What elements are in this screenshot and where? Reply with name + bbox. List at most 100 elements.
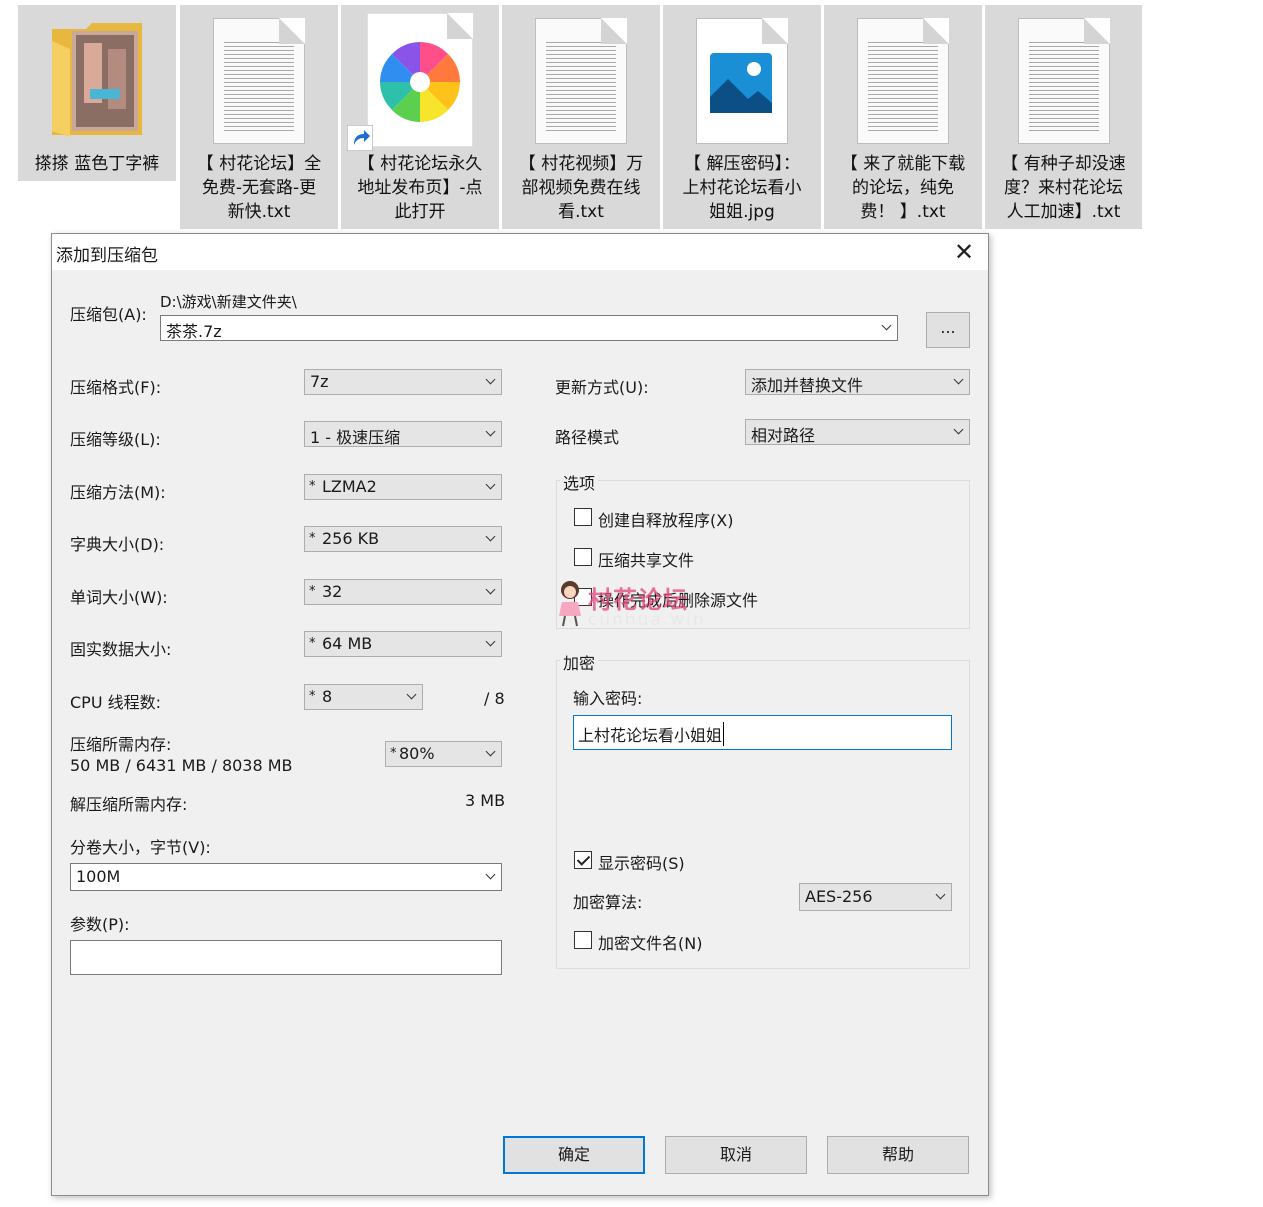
memory-percent-select[interactable]: * 80% [385,741,502,767]
modified-star: * [309,584,316,599]
text-file-icon [213,18,305,144]
level-value: 1 - 极速压缩 [310,428,401,447]
file-name-line: 【 有种子却没速 [1001,154,1126,174]
file-name-line: 度？来村花论坛 [1004,178,1123,198]
format-select[interactable]: 7z [304,369,502,395]
file-name-line: 人工加速】.txt [1006,202,1121,222]
file-tile-txt-3[interactable]: 【 来了就能下载 的论坛，纯免 费！ 】.txt [824,5,982,229]
pinwheel-icon [380,42,460,122]
word-label: 单词大小(W): [70,588,168,607]
file-name-line: 的论坛，纯免 [852,178,954,198]
file-name-line: 费！ 】.txt [860,202,946,222]
modified-star: * [309,531,316,546]
solid-label: 固实数据大小: [70,640,172,659]
file-tile-txt-4[interactable]: 【 有种子却没速 度？来村花论坛 人工加速】.txt [985,5,1142,229]
algorithm-select[interactable]: AES-256 [799,883,952,911]
file-name-line: 上村花论坛看小 [682,178,802,198]
chevron-down-icon [954,376,963,385]
chevron-down-icon [936,891,945,900]
threads-select[interactable]: * 8 [304,684,423,710]
password-input[interactable]: 上村花论坛看小姐姐 [573,715,952,750]
modified-star: * [309,479,316,494]
method-select[interactable]: * LZMA2 [304,474,502,500]
dict-value: 256 KB [322,529,380,548]
chevron-down-icon [954,426,963,435]
dict-select[interactable]: * 256 KB [304,526,502,552]
decomp-memory-label: 解压缩所需内存: [70,795,188,814]
volume-combo[interactable]: 100M [70,863,502,891]
encrypt-names-checkbox[interactable] [574,931,592,949]
volume-value: 100M [76,867,121,886]
text-file-icon [857,18,949,144]
word-value: 32 [322,582,343,601]
chevron-down-icon [486,533,495,542]
file-name-line: 【 村花论坛】全 [196,154,322,174]
options-group-title: 选项 [560,470,599,494]
update-value: 添加并替换文件 [751,376,864,395]
folder-icon [52,23,142,137]
sfx-checkbox[interactable] [574,508,592,526]
file-name-line: 姐姐.jpg [709,202,775,222]
solid-select[interactable]: * 64 MB [304,631,502,657]
cancel-button[interactable]: 取消 [665,1136,807,1174]
picture-icon [710,53,772,113]
password-label: 输入密码: [573,689,643,708]
threads-total: / 8 [484,689,505,708]
help-button[interactable]: 帮助 [827,1136,969,1174]
add-to-archive-dialog: 添加到压缩包 ✕ 压缩包(A): D:\游戏\新建文件夹\ 茶茶.7z ... … [51,233,989,1196]
watermark-url: cunhua.win [588,610,706,630]
file-name-line: 此打开 [394,202,446,222]
chevron-down-icon [882,322,891,331]
params-label: 参数(P): [70,915,130,934]
chevron-down-icon [486,871,495,880]
modified-star: * [390,746,397,761]
volume-label: 分卷大小，字节(V): [70,838,211,857]
solid-value: 64 MB [322,634,373,653]
file-name-line: 免费-无套路-更 [201,178,317,198]
ok-button[interactable]: 确定 [503,1136,645,1174]
word-select[interactable]: * 32 [304,579,502,605]
decomp-memory-value: 3 MB [465,791,506,810]
threads-label: CPU 线程数: [70,693,162,712]
browse-button[interactable]: ... [926,312,970,348]
shared-label: 压缩共享文件 [598,551,695,570]
file-tile-txt-2[interactable]: 【 村花视频】万 部视频免费在线 看.txt [502,5,660,229]
file-name: 搽搽 蓝色丁字裤 [34,154,160,174]
chevron-down-icon [486,481,495,490]
file-tile-shortcut[interactable]: 【 村花论坛永久 地址发布页】-点 此打开 [341,5,499,229]
update-select[interactable]: 添加并替换文件 [745,369,970,395]
path-mode-select[interactable]: 相对路径 [745,419,970,445]
archive-path: D:\游戏\新建文件夹\ [160,293,297,311]
encrypt-names-label: 加密文件名(N) [598,934,703,953]
shared-checkbox[interactable] [574,548,592,566]
method-label: 压缩方法(M): [70,483,166,502]
dict-label: 字典大小(D): [70,535,165,554]
level-label: 压缩等级(L): [70,430,161,449]
params-input[interactable] [70,940,502,975]
shortcut-arrow-icon [347,125,373,151]
format-value: 7z [310,372,329,391]
text-file-icon [535,18,627,144]
file-tile-jpg[interactable]: 【 解压密码】： 上村花论坛看小 姐姐.jpg [663,5,821,229]
level-select[interactable]: 1 - 极速压缩 [304,421,502,447]
chevron-down-icon [486,376,495,385]
show-password-checkbox[interactable] [574,851,592,869]
file-tile-folder[interactable]: 搽搽 蓝色丁字裤 [18,5,176,181]
file-name-line: 看.txt [558,202,604,222]
encryption-group-title: 加密 [560,650,599,674]
file-name-line: 【 解压密码】： [684,154,800,174]
memory-label: 压缩所需内存: [70,735,172,754]
archive-name-combo[interactable]: 茶茶.7z [160,315,898,341]
algorithm-value: AES-256 [805,887,873,906]
modified-star: * [309,689,316,704]
title-bar[interactable]: 添加到压缩包 ✕ [52,234,988,270]
text-file-icon [1018,18,1110,144]
file-name-line: 部视频免费在线 [521,178,641,198]
file-name-line: 【 来了就能下载 [840,154,966,174]
close-icon[interactable]: ✕ [950,238,978,266]
memory-value: 50 MB / 6431 MB / 8038 MB [70,756,293,775]
chevron-down-icon [486,586,495,595]
algorithm-label: 加密算法: [573,893,643,912]
file-tile-txt-1[interactable]: 【 村花论坛】全 免费-无套路-更 新快.txt [180,5,338,229]
archive-label: 压缩包(A): [70,305,147,324]
